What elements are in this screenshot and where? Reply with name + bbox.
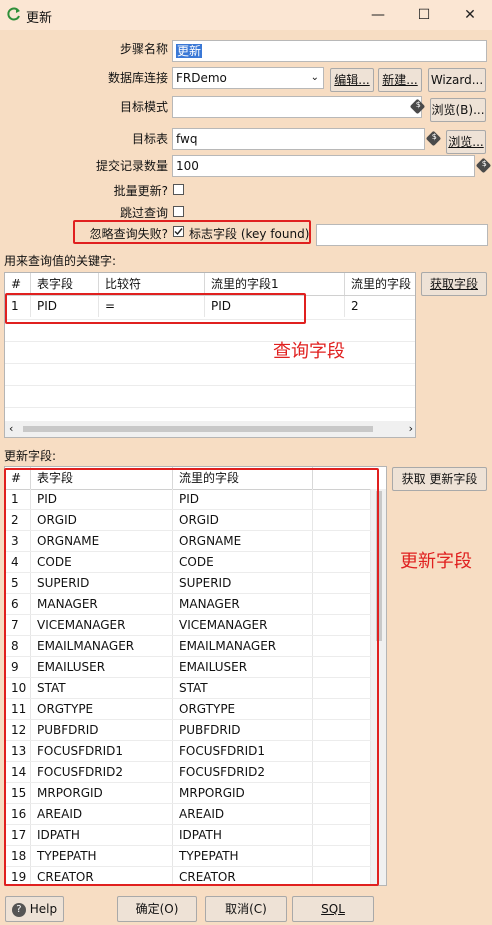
- batch-update-label: 批量更新?: [113, 184, 168, 198]
- key-col-comparator[interactable]: 比较符: [99, 273, 205, 295]
- step-name-label: 步骤名称: [119, 42, 168, 56]
- flag-field-label: 标志字段 (key found): [189, 227, 310, 241]
- ok-button[interactable]: 确定(O): [117, 896, 197, 922]
- chevron-right-icon[interactable]: ›: [409, 422, 413, 435]
- skip-lookup-label: 跳过查询: [119, 206, 168, 220]
- db-connection-label: 数据库连接: [107, 71, 168, 85]
- update-section-title: 更新字段:: [4, 449, 57, 463]
- row-divider: [5, 341, 415, 342]
- cancel-button[interactable]: 取消(C): [205, 896, 287, 922]
- scrollbar-thumb[interactable]: [23, 426, 373, 432]
- row-divider: [5, 407, 415, 408]
- stream-field2-cell[interactable]: [345, 296, 415, 317]
- checkmark-icon: [174, 228, 183, 236]
- update-table-highlight: [4, 468, 379, 886]
- batch-update-checkbox[interactable]: [173, 184, 184, 195]
- update-field-annotation: 更新字段: [400, 551, 472, 572]
- help-button[interactable]: ? Help: [5, 896, 64, 922]
- variable-icon: [425, 130, 442, 147]
- wizard-button[interactable]: Wizard...: [428, 68, 486, 92]
- skip-lookup-checkbox[interactable]: [173, 206, 184, 217]
- key-col-table-field[interactable]: 表字段: [31, 273, 99, 295]
- sql-button[interactable]: SQL: [292, 896, 374, 922]
- ignore-lookup-fail-checkbox[interactable]: [173, 226, 184, 237]
- minimize-button[interactable]: —: [356, 0, 400, 30]
- maximize-button[interactable]: ☐: [402, 0, 446, 30]
- variable-icon: [475, 157, 492, 174]
- step-name-value: 更新: [176, 44, 203, 58]
- new-connection-button[interactable]: 新建...: [378, 68, 422, 92]
- browse-table-button[interactable]: 浏览...: [446, 130, 486, 154]
- window-title: 更新: [26, 11, 53, 26]
- title-bar: 更新 — ☐ ✕: [0, 0, 492, 30]
- db-connection-select[interactable]: FRDemo ⌄: [172, 67, 324, 89]
- target-schema-input[interactable]: [172, 96, 422, 118]
- refresh-icon: [7, 7, 20, 21]
- query-field-annotation: 查询字段: [273, 341, 345, 362]
- get-fields-button[interactable]: 获取字段: [421, 272, 487, 296]
- chevron-left-icon[interactable]: ‹: [9, 422, 13, 435]
- browse-schema-button[interactable]: 浏览(B)...: [430, 98, 486, 122]
- key-col-stream-field1[interactable]: 流里的字段1: [205, 273, 345, 295]
- key-col-num: #: [5, 273, 31, 295]
- flag-field-input[interactable]: [316, 224, 488, 246]
- chevron-down-icon: ⌄: [310, 72, 319, 83]
- row-divider: [5, 385, 415, 386]
- help-icon: ?: [11, 902, 26, 917]
- edit-connection-button[interactable]: 编辑...: [330, 68, 374, 92]
- target-table-input[interactable]: fwq: [172, 128, 425, 150]
- close-button[interactable]: ✕: [448, 0, 492, 30]
- key-col-stream-field2[interactable]: 流里的字段2: [345, 273, 415, 313]
- get-update-fields-button[interactable]: 获取 更新字段: [392, 467, 487, 491]
- db-connection-value: FRDemo: [176, 71, 227, 85]
- step-name-input[interactable]: 更新: [172, 40, 487, 62]
- key-row-highlight: [5, 293, 306, 324]
- key-section-title: 用来查询值的关键字:: [4, 254, 117, 268]
- horizontal-scrollbar[interactable]: ‹ ›: [5, 421, 415, 437]
- target-schema-label: 目标模式: [119, 100, 168, 114]
- commit-size-input[interactable]: 100: [172, 155, 475, 177]
- row-divider: [5, 363, 415, 364]
- ignore-lookup-fail-label: 忽略查询失败?: [89, 227, 168, 241]
- target-table-label: 目标表: [131, 132, 168, 146]
- commit-size-label: 提交记录数量: [95, 159, 168, 173]
